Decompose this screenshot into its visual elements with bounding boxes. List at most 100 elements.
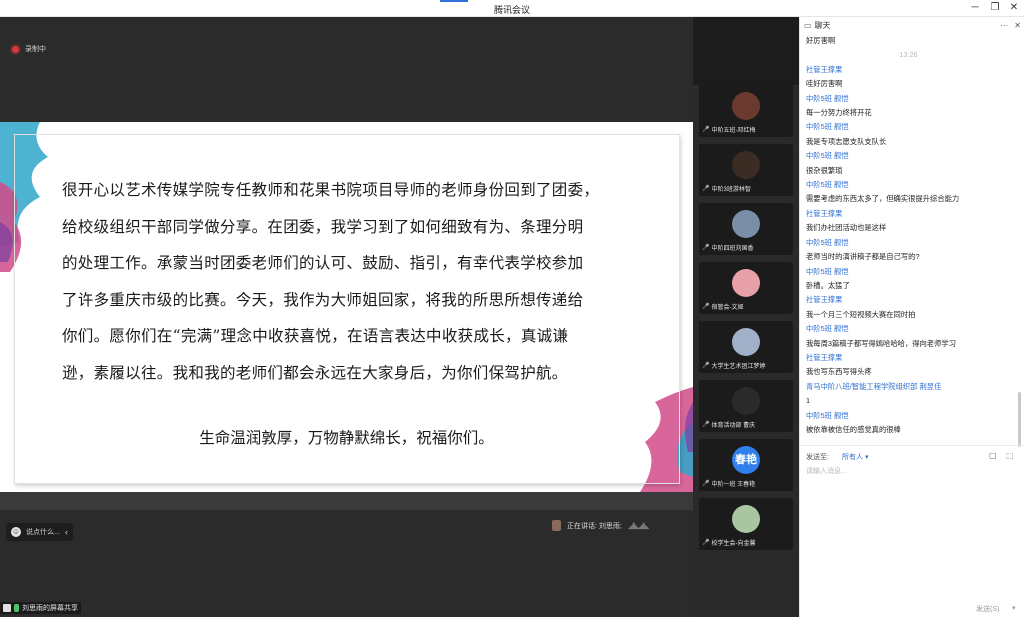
participant-avatar: 春艳 [732,446,760,474]
send-button[interactable]: 发送(S) [976,604,999,614]
participant-tile[interactable]: 🎤 体育活动部 曹庆 [699,380,793,432]
microphone-muted-icon: 🎤 [702,481,710,487]
participant-video-list[interactable]: 🎤 中阶五班-邓红梅 🎤 中阶3班游林智 🎤 中阶四班刘国香 🎤 宿管会-文娅 🎤 大学生艺术团江… [693,17,799,617]
microphone-muted-icon: 🎤 [702,304,710,310]
chat-message-author: 社管王撑果 [806,64,843,74]
participant-name-row: 🎤 宿管会-文娅 [702,302,743,311]
participant-tile[interactable]: 🎤 中阶3班游林智 [699,144,793,196]
participant-name-row: 🎤 中阶一班 王春艳 [702,479,755,488]
collapse-chevron-icon[interactable]: ‹ [65,527,68,537]
participant-name-row: 🎤 中阶五班-邓红梅 [702,125,755,134]
slide-line: 给校级组织干部同学做分享。在团委，我学习到了如何细致有为、条理分明 [62,217,584,236]
participant-name: 大学生艺术团江梦婷 [711,364,766,370]
slide-line: 很开心以艺术传媒学院专任教师和花果书院项目导师的老师身份回到了团委， [62,181,600,199]
send-to-label: 发送至: [806,454,829,461]
screenshot-icon[interactable]: ⬚ [1006,451,1014,460]
slide-line: 的处理工作。承蒙当时团委老师们的认可、鼓励、指引，有幸代表学校参加 [62,254,584,272]
chat-message-author: 中阶5班 舰恺 [806,237,849,247]
chat-message-text: 我也写东西写得头疼 [806,367,872,377]
participant-tile[interactable]: 春艳 🎤 中阶一班 王春艳 [699,439,793,491]
send-to-selector[interactable]: 所有人 ▾ [842,452,868,462]
send-options-icon[interactable]: ▾ [1012,604,1016,612]
chat-scrollbar[interactable] [1018,392,1021,447]
participant-avatar [732,92,760,120]
chat-message-text: 我是专项志愿支队支队长 [806,136,887,146]
window-titlebar: 腾讯会议 ─ ❐ ✕ [0,0,1024,17]
chat-composer: 发送至: 所有人 ▾ ▢ ⬚ 请输入消息... 发送(S) ▾ [800,445,1024,617]
recording-label: 录制中 [25,46,46,53]
chat-message-author: 中阶5班 舰恺 [806,180,849,190]
chat-message-text: 每一分努力终将开花 [806,108,872,118]
microphone-muted-icon: 🎤 [702,245,710,251]
microphone-muted-icon: 🎤 [702,127,710,133]
chat-message-text: 1 [806,396,811,406]
chat-message-author: 社管王撑果 [806,295,843,305]
participant-tile[interactable]: 🎤 中阶五班-邓红梅 [699,85,793,137]
audio-wave-icon: ◢◣◢◣ [627,520,650,530]
chat-message-author: 社管王撑果 [806,208,843,218]
participant-name: 校学生会-向金馨 [711,541,756,547]
chat-message-text: 被依靠被信任的感觉真的很棒 [806,424,901,434]
restore-button[interactable]: ❐ [988,2,1002,14]
chat-bubble-icon: ▭ [804,21,812,30]
chat-message-text: 我一个月三个短视频大赛在同时拍 [806,309,916,319]
participant-name: 中阶3班游林智 [711,187,751,193]
video-list-header [693,17,799,85]
shared-screen-stage: 录制中 很开心以艺术传媒学院专任教师和花果书院项目导师的老师身份回到了团委， 给… [0,17,693,617]
microphone-muted-icon: 🎤 [702,540,710,546]
chat-input[interactable]: 请输入消息... [806,466,847,476]
participant-name: 中阶五班-邓红梅 [711,128,756,134]
chat-message-text: 好厉害啊 [806,36,836,45]
chat-message-text: 需要考虑的东西太多了，但确实很提升综合能力 [806,194,960,204]
chat-message-author: 中阶5班 舰恺 [806,410,849,420]
participant-avatar [732,328,760,356]
close-window-button[interactable]: ✕ [1007,2,1021,14]
participant-name-row: 🎤 体育活动部 曹庆 [702,420,755,429]
chat-message-text: 我们办社团活动也是这样 [806,223,887,233]
speaker-avatar [552,520,561,531]
participant-name-row: 🎤 中阶四班刘国香 [702,243,754,252]
recording-indicator: 录制中 [12,44,46,54]
more-options-button[interactable]: ··· [1000,21,1008,30]
speak-input-bar[interactable]: ☺ 说点什么... ‹ [6,523,73,541]
speak-input-placeholder[interactable]: 说点什么... [26,527,60,537]
file-icon[interactable]: ▢ [989,451,997,460]
speaking-label: 正在讲话: 刘思雨; [567,522,622,530]
participant-tile[interactable]: 🎤 校学生会-向金馨 [699,498,793,550]
title-accent [440,0,468,2]
chat-message-author: 社管王撑果 [806,352,843,362]
minimize-button[interactable]: ─ [968,2,982,14]
participant-avatar [732,269,760,297]
slide-line: 你们。愿你们在“完满”理念中收获喜悦，在语言表达中收获成长，真诚谦 [62,327,569,345]
chat-message-text: 我每周3篇稿子都写得嫣哈哈哈，得向老师学习 [806,338,956,348]
chat-message-author: 青马中阶八班/智能工程学院组织部 荆昱佳 [806,381,942,391]
chat-panel: ▭ 聊天 ··· ✕ 好厉害啊 13:26 社管王撑果 哇好厉害啊 中阶5班 舰恺 每一分… [799,17,1024,617]
microphone-icon [14,604,19,612]
participant-name: 体育活动部 曹庆 [711,423,756,429]
screen-share-label: 刘思雨的屏幕共享 [0,602,81,614]
participant-tile[interactable]: 🎤 中阶四班刘国香 [699,203,793,255]
participant-name-row: 🎤 校学生会-向金馨 [702,538,755,547]
participant-tile[interactable]: 🎤 大学生艺术团江梦婷 [699,321,793,373]
chat-message-list[interactable]: 好厉害啊 13:26 社管王撑果 哇好厉害啊 中阶5班 舰恺 每一分努力终将开花 中阶5班 … [806,34,1011,437]
record-dot-icon [12,45,19,53]
chat-message-author: 中阶5班 舰恺 [806,93,849,103]
speaking-indicator: 正在讲话: 刘思雨; ◢◣◢◣ [552,520,650,531]
participant-name-row: 🎤 中阶3班游林智 [702,184,751,193]
presentation-slide: 很开心以艺术传媒学院专任教师和花果书院项目导师的老师身份回到了团委， 给校级组织… [0,122,693,492]
emoji-icon[interactable]: ☺ [11,527,21,537]
chat-message-author: 中阶5班 舰恺 [806,324,849,334]
screen-share-owner: 刘思雨的屏幕共享 [22,605,78,612]
slide-line: 了许多重庆市级的比赛。今天，我作为大师姐回家，将我的所思所想传递给 [62,290,584,309]
chat-header: ▭ 聊天 ··· ✕ [800,17,1024,34]
chat-message-author: 中阶5班 舰恺 [806,122,849,132]
slide-closing-line: 生命温润敦厚，万物静默绵长，祝福你们。 [199,429,494,447]
chat-message-text: 哇好厉害啊 [806,79,843,89]
close-chat-button[interactable]: ✕ [1014,21,1021,30]
participant-name: 宿管会-文娅 [711,305,744,311]
participant-name: 中阶四班刘国香 [711,246,754,252]
chat-timestamp: 13:26 [899,50,918,60]
chat-message-text: 卧槽。太猛了 [806,280,850,290]
participant-avatar [732,387,760,415]
participant-tile[interactable]: 🎤 宿管会-文娅 [699,262,793,314]
